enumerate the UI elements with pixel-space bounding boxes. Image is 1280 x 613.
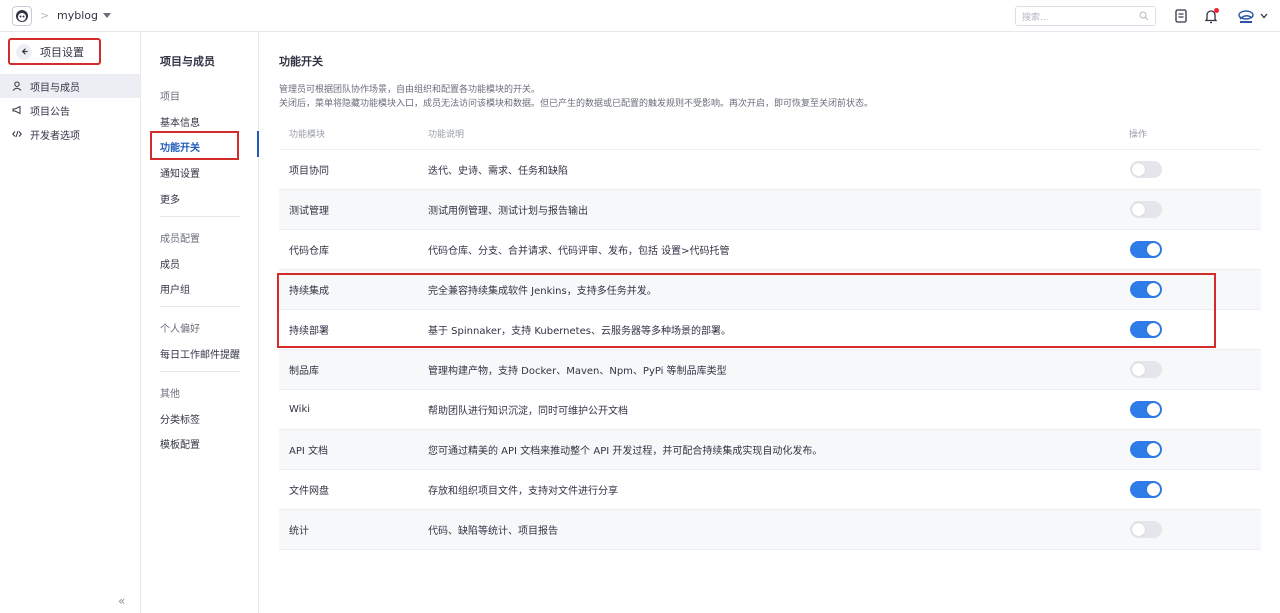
user-avatar-icon[interactable]: [1237, 7, 1255, 25]
subnav-title: 项目与成员: [160, 55, 215, 68]
main-content: 功能开关 管理员可根据团队协作场景，自由组织和配置各功能模块的开关。 关闭后，菜…: [260, 32, 1280, 613]
back-to-project-settings-button[interactable]: 项目设置: [8, 38, 101, 65]
feature-description: 完全兼容持续集成软件 Jenkins，支持多任务并发。: [428, 286, 657, 297]
feature-toggle-switch[interactable]: [1130, 441, 1162, 458]
nav-item-user-groups[interactable]: 用户组: [160, 281, 190, 296]
feature-name: API 文档: [289, 446, 328, 457]
feature-name: 持续集成: [289, 286, 329, 297]
group-label-other: 其他: [160, 389, 180, 400]
nav-item-more[interactable]: 更多: [160, 191, 180, 206]
group-label-preferences: 个人偏好: [160, 324, 200, 335]
feature-name: 测试管理: [289, 206, 329, 217]
sidebar-item-label: 项目公告: [30, 106, 70, 118]
feature-description: 代码仓库、分支、合并请求、代码评审、发布，包括 设置>代码托管: [428, 246, 730, 257]
feature-description: 您可通过精美的 API 文档来推动整个 API 开发过程，并可配合持续集成实现自…: [428, 446, 823, 457]
table-row: API 文档 您可通过精美的 API 文档来推动整个 API 开发过程，并可配合持…: [279, 430, 1261, 470]
divider: [160, 371, 240, 372]
sidebar-item-developer-options[interactable]: 开发者选项: [0, 122, 140, 146]
divider: [160, 216, 240, 217]
feature-toggle-switch[interactable]: [1130, 361, 1162, 378]
feature-toggle-switch[interactable]: [1130, 281, 1162, 298]
feature-description: 管理构建产物，支持 Docker、Maven、Npm、PyPi 等制品库类型: [428, 366, 727, 377]
table-row: 制品库 管理构建产物，支持 Docker、Maven、Npm、PyPi 等制品库类…: [279, 350, 1261, 390]
breadcrumb-separator: >: [40, 9, 50, 22]
code-icon: [12, 130, 22, 138]
table-row: Wiki 帮助团队进行知识沉淀，同时可维护公开文档: [279, 390, 1261, 430]
feature-toggle-switch[interactable]: [1130, 401, 1162, 418]
feature-name: 统计: [289, 526, 309, 537]
sidebar-item-announcements[interactable]: 项目公告: [0, 98, 140, 122]
group-label-project: 项目: [160, 92, 180, 103]
header-module: 功能模块: [289, 130, 326, 140]
app-logo[interactable]: [12, 6, 32, 26]
table-row: 持续部署 基于 Spinnaker，支持 Kubernetes、云服务器等多种场景…: [279, 310, 1261, 350]
table-row: 代码仓库 代码仓库、分支、合并请求、代码评审、发布，包括 设置>代码托管: [279, 230, 1261, 270]
feature-toggle-switch[interactable]: [1130, 241, 1162, 258]
feature-description: 基于 Spinnaker，支持 Kubernetes、云服务器等多种场景的部署。: [428, 326, 731, 337]
group-label-members: 成员配置: [160, 234, 200, 245]
user-icon: [12, 81, 22, 91]
feature-name: 代码仓库: [289, 246, 329, 257]
table-row: 统计 代码、缺陷等统计、项目报告: [279, 510, 1261, 550]
feature-toggle-switch[interactable]: [1130, 321, 1162, 338]
nav-item-notification-settings[interactable]: 通知设置: [160, 165, 200, 180]
nav-item-daily-email[interactable]: 每日工作邮件提醒: [160, 346, 240, 361]
divider: [160, 306, 240, 307]
search-placeholder: 搜索...: [1022, 13, 1049, 23]
search-icon: [1139, 11, 1149, 21]
left-sidebar: 项目设置 项目与成员 项目公告 开发者选项 «: [0, 32, 141, 613]
feature-description: 存放和组织项目文件，支持对文件进行分享: [428, 486, 618, 497]
sidebar-item-label: 项目与成员: [30, 82, 80, 94]
table-header: 功能模块 功能说明 操作: [279, 118, 1261, 150]
page-description-line-2: 关闭后，菜单将隐藏功能模块入口，成员无法访问该模块和数据。但已产生的数据或已配置…: [279, 99, 874, 109]
sidebar-item-label: 开发者选项: [30, 130, 80, 142]
active-nav-indicator: [257, 131, 259, 157]
feature-name: Wiki: [289, 404, 311, 415]
notification-dot: [1214, 8, 1219, 13]
caret-down-icon: [102, 13, 111, 18]
top-bar: > myblog 搜索...: [0, 0, 1280, 32]
feature-description: 帮助团队进行知识沉淀，同时可维护公开文档: [428, 406, 628, 417]
nav-item-members[interactable]: 成员: [160, 256, 180, 271]
nav-item-basic-info[interactable]: 基本信息: [160, 114, 200, 129]
nav-item-category-tags[interactable]: 分类标签: [160, 411, 200, 426]
feature-toggle-switch[interactable]: [1130, 521, 1162, 538]
feature-description: 迭代、史诗、需求、任务和缺陷: [428, 166, 568, 177]
sidebar-item-project-members[interactable]: 项目与成员: [0, 74, 140, 98]
feature-toggle-switch[interactable]: [1130, 201, 1162, 218]
feature-name: 项目协同: [289, 166, 329, 177]
page-title: 功能开关: [279, 55, 323, 68]
feature-table: 功能模块 功能说明 操作 项目协同 迭代、史诗、需求、任务和缺陷测试管理 测试用例管…: [279, 118, 1261, 550]
table-row: 测试管理 测试用例管理、测试计划与报告输出: [279, 190, 1261, 230]
nav-item-template-config[interactable]: 模板配置: [160, 436, 200, 451]
header-action: 操作: [1129, 130, 1148, 140]
feature-name: 持续部署: [289, 326, 329, 337]
megaphone-icon: [12, 105, 21, 115]
feature-toggle-switch[interactable]: [1130, 481, 1162, 498]
document-icon[interactable]: [1173, 8, 1189, 24]
collapse-sidebar-icon[interactable]: «: [118, 594, 125, 608]
search-input[interactable]: 搜索...: [1015, 6, 1156, 26]
feature-name: 文件网盘: [289, 486, 329, 497]
table-row: 文件网盘 存放和组织项目文件，支持对文件进行分享: [279, 470, 1261, 510]
active-nav-highlight: [150, 131, 239, 160]
arrow-left-icon: [16, 43, 32, 60]
table-row: 持续集成 完全兼容持续集成软件 Jenkins，支持多任务并发。: [279, 270, 1261, 310]
feature-description: 测试用例管理、测试计划与报告输出: [428, 206, 588, 217]
project-switcher[interactable]: myblog: [57, 9, 111, 22]
feature-name: 制品库: [289, 366, 319, 377]
project-name: myblog: [57, 9, 98, 22]
feature-description: 代码、缺陷等统计、项目报告: [428, 526, 558, 537]
back-button-label: 项目设置: [40, 45, 84, 59]
settings-subnav: 项目与成员 项目 基本信息 功能开关 通知设置 更多 成员配置 成员 用户组 个…: [141, 32, 259, 613]
chevron-down-icon[interactable]: [1259, 11, 1269, 21]
feature-toggle-switch[interactable]: [1130, 161, 1162, 178]
logo-icon: [16, 10, 28, 22]
header-description: 功能说明: [428, 130, 465, 140]
page-description-line-1: 管理员可根据团队协作场景，自由组织和配置各功能模块的开关。: [279, 85, 541, 95]
table-row: 项目协同 迭代、史诗、需求、任务和缺陷: [279, 150, 1261, 190]
